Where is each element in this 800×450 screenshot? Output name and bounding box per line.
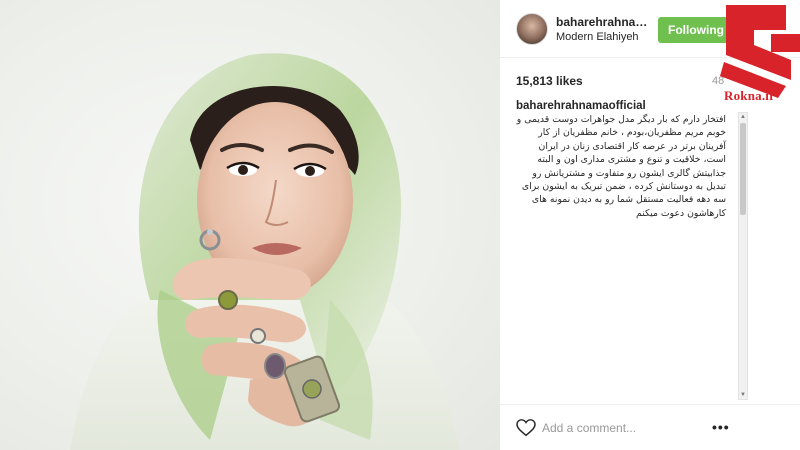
scrollbar-thumb[interactable] xyxy=(740,123,746,215)
location-link[interactable]: Modern Elahiyeh xyxy=(556,31,639,43)
caption-username[interactable]: baharehrahnamaofficial xyxy=(516,100,726,112)
instagram-post-page: baharehrahnam... Modern Elahiyeh Followi… xyxy=(0,0,800,450)
post-photo[interactable] xyxy=(0,0,500,450)
more-options-icon[interactable]: ••• xyxy=(712,419,730,435)
comment-input[interactable] xyxy=(542,419,702,437)
comment-bar: ••• xyxy=(500,404,800,450)
scroll-up-arrow-icon[interactable]: ▲ xyxy=(740,114,746,120)
caption-text: افتخار دارم که بار دیگر مدل جواهرات دوست… xyxy=(516,114,726,219)
heart-icon[interactable] xyxy=(516,419,536,437)
scroll-down-arrow-icon[interactable]: ▼ xyxy=(740,392,746,398)
user-avatar[interactable] xyxy=(516,13,548,45)
portrait-illustration xyxy=(70,53,460,450)
caption-block: baharehrahnamaofficial افتخار دارم که با… xyxy=(516,100,726,390)
comments-scrollbar[interactable]: ▲ ▼ xyxy=(738,112,748,400)
rokna-watermark-text: Rokna.ir xyxy=(724,88,776,103)
username-link[interactable]: baharehrahnam... xyxy=(556,15,656,29)
likes-count[interactable]: 15,813 likes xyxy=(516,74,583,88)
